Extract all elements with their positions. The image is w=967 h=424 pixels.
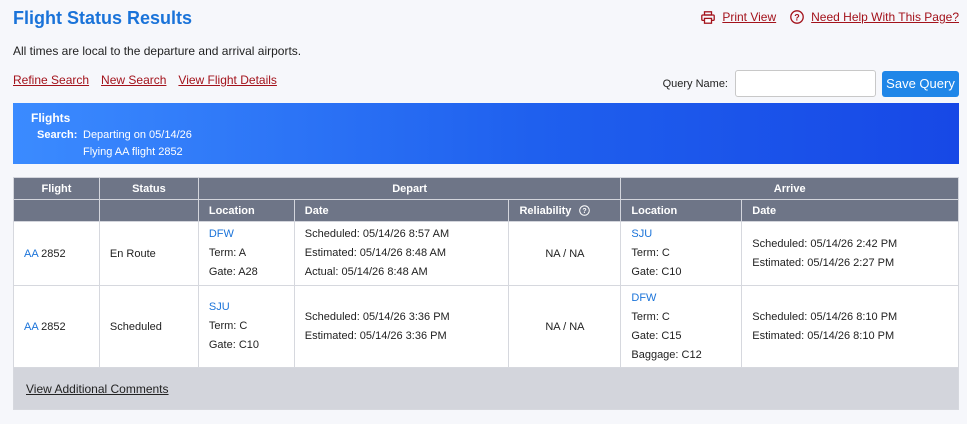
depart-terminal: Term: A: [208, 247, 247, 259]
depart-estimated: Estimated: 05/14/26 8:48 AM: [304, 247, 447, 259]
depart-scheduled: Scheduled: 05/14/26 3:36 PM: [304, 310, 450, 323]
header-reliability-label: Reliability: [519, 204, 572, 217]
print-view-label: Print View: [722, 10, 777, 24]
new-search-link[interactable]: New Search: [101, 73, 166, 87]
arrive-terminal: Term: C: [631, 247, 670, 259]
refine-search-link[interactable]: Refine Search: [13, 73, 89, 87]
depart-airport-link[interactable]: DFW: [209, 225, 284, 244]
arrive-date-cell: Scheduled: 05/14/26 8:10 PM Estimated: 0…: [741, 285, 959, 368]
arrive-location-cell: SJU Term: C Gate: C10: [620, 221, 743, 286]
depart-airport-link[interactable]: SJU: [209, 298, 284, 317]
top-links: Print View ? Need Help With This Page?: [701, 10, 959, 24]
header-flight-sub: [13, 199, 100, 222]
view-flight-details-link[interactable]: View Flight Details: [178, 73, 276, 87]
query-name-label: Query Name:: [662, 77, 728, 90]
help-label: Need Help With This Page?: [811, 10, 959, 24]
svg-text:?: ?: [582, 208, 586, 215]
flight-cell: AA 2852: [13, 221, 100, 286]
depart-date-cell: Scheduled: 05/14/26 8:57 AM Estimated: 0…: [293, 221, 510, 286]
flight-number: 2852: [41, 247, 66, 260]
flight-results-table: Flight Status Depart Arrive Location Dat…: [13, 177, 959, 410]
status-cell: Scheduled: [98, 285, 199, 368]
arrive-estimated: Estimated: 05/14/26 8:10 PM: [752, 329, 895, 342]
banner-departing-text: Departing on 05/14/26: [83, 129, 192, 141]
airline-link[interactable]: AA: [24, 248, 38, 260]
depart-location-cell: DFW Term: A Gate: A28: [197, 221, 295, 286]
printer-icon: [701, 10, 716, 24]
table-footer-row: View Additional Comments: [13, 367, 959, 410]
page-title: Flight Status Results: [13, 8, 193, 28]
table-footer-cell: View Additional Comments: [13, 367, 959, 410]
banner-flight-text: Flying AA flight 2852: [83, 146, 183, 158]
arrive-scheduled: Scheduled: 05/14/26 8:10 PM: [752, 310, 898, 323]
status-cell: En Route: [98, 221, 199, 286]
svg-text:?: ?: [794, 12, 800, 22]
arrive-baggage: Baggage: C12: [631, 348, 702, 361]
view-additional-comments-link[interactable]: View Additional Comments: [26, 382, 169, 396]
header-depart-date: Date: [293, 199, 510, 222]
nav-links: Refine Search New Search View Flight Det…: [13, 73, 289, 87]
arrive-date-cell: Scheduled: 05/14/26 2:42 PM Estimated: 0…: [741, 221, 959, 286]
help-link[interactable]: ? Need Help With This Page?: [790, 10, 959, 24]
depart-terminal: Term: C: [208, 320, 248, 332]
flight-number: 2852: [41, 320, 66, 333]
table-row: AA 2852 En Route DFW Term: A Gate: A28 S…: [13, 221, 959, 286]
header-flight: Flight: [13, 177, 100, 200]
header-arrive-location: Location: [620, 199, 743, 222]
depart-actual: Actual: 05/14/26 8:48 AM: [304, 266, 428, 278]
flight-cell: AA 2852: [13, 285, 100, 368]
table-row: AA 2852 Scheduled SJU Term: C Gate: C10 …: [13, 285, 959, 368]
help-circle-icon[interactable]: ?: [578, 204, 590, 216]
header-depart-location: Location: [197, 199, 295, 222]
header-reliability: Reliability ?: [508, 199, 622, 222]
depart-date-cell: Scheduled: 05/14/26 3:36 PM Estimated: 0…: [293, 285, 510, 368]
header-status-sub: [98, 199, 199, 222]
arrive-location-cell: DFW Term: C Gate: C15 Baggage: C12: [620, 285, 743, 368]
arrive-terminal: Term: C: [631, 310, 670, 323]
header-arrive: Arrive: [620, 177, 959, 200]
reliability-cell: NA / NA: [508, 285, 622, 368]
arrive-scheduled: Scheduled: 05/14/26 2:42 PM: [752, 237, 898, 250]
question-circle-icon: ?: [790, 10, 804, 24]
banner-search-label: Search:: [37, 129, 78, 141]
arrive-estimated: Estimated: 05/14/26 2:27 PM: [752, 256, 895, 269]
header-depart: Depart: [197, 177, 622, 200]
depart-gate: Gate: C10: [208, 339, 259, 351]
save-query-button[interactable]: Save Query: [882, 70, 959, 97]
query-bar: Query Name: Save Query: [663, 70, 959, 97]
header-status: Status: [98, 177, 199, 200]
arrive-airport-link[interactable]: SJU: [631, 225, 731, 244]
arrive-gate: Gate: C10: [631, 266, 682, 278]
airline-link[interactable]: AA: [24, 321, 38, 333]
depart-gate: Gate: A28: [208, 266, 258, 278]
search-summary-banner: Flights Search: Departing on 05/14/26 Fl…: [13, 103, 959, 164]
query-name-input[interactable]: [735, 70, 876, 97]
header-arrive-date: Date: [741, 199, 959, 222]
arrive-gate: Gate: C15: [631, 329, 682, 342]
depart-estimated: Estimated: 05/14/26 3:36 PM: [304, 329, 447, 342]
print-view-link[interactable]: Print View: [701, 10, 776, 24]
arrive-airport-link[interactable]: DFW: [631, 289, 731, 308]
reliability-cell: NA / NA: [508, 221, 622, 286]
depart-scheduled: Scheduled: 05/14/26 8:57 AM: [304, 228, 450, 240]
banner-title: Flights: [31, 111, 71, 125]
depart-location-cell: SJU Term: C Gate: C10: [197, 285, 295, 368]
page-subtitle: All times are local to the departure and…: [13, 44, 302, 58]
